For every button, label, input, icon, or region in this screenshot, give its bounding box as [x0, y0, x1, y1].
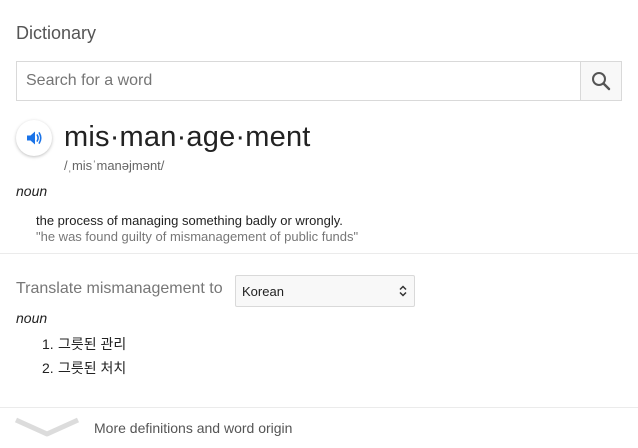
search-button[interactable]	[580, 62, 621, 100]
translation-item: 2. 그릇된 처치	[42, 359, 126, 383]
translation-number: 1.	[42, 336, 54, 352]
divider	[0, 253, 638, 254]
language-select[interactable]: Korean	[235, 275, 415, 307]
search-icon	[592, 72, 611, 91]
definition-text: the process of managing something badly …	[36, 213, 343, 228]
translation-part-of-speech: noun	[16, 310, 48, 326]
speaker-icon	[27, 131, 42, 145]
select-arrows-icon	[399, 285, 407, 297]
translate-label: Translate mismanagement to	[16, 280, 223, 297]
example-sentence: "he was found guilty of mismanagement of…	[36, 229, 359, 244]
translation-number: 2.	[42, 360, 54, 376]
more-definitions-label: More definitions and word origin	[94, 420, 293, 436]
headword: mis·man·age·ment	[64, 121, 311, 153]
phonetic-spelling: /ˌmisˈmanəjmənt/	[64, 158, 165, 173]
language-select-value: Korean	[242, 283, 284, 299]
translation-item: 1. 그릇된 관리	[42, 335, 126, 359]
search-box	[16, 61, 622, 101]
search-input[interactable]	[17, 62, 580, 100]
dictionary-card: Dictionary mis·man·age·ment /ˌmisˈmanəjm…	[0, 0, 638, 448]
translation-list: 1. 그릇된 관리 2. 그릇된 처치	[42, 335, 126, 383]
card-title: Dictionary	[16, 23, 97, 43]
translation-text: 그릇된 처치	[58, 360, 127, 376]
more-definitions-link[interactable]: More definitions and word origin	[0, 408, 638, 448]
pronounce-button[interactable]	[16, 120, 52, 156]
part-of-speech: noun	[16, 183, 48, 199]
chevron-down-icon	[14, 417, 80, 437]
translation-text: 그릇된 관리	[58, 336, 127, 352]
